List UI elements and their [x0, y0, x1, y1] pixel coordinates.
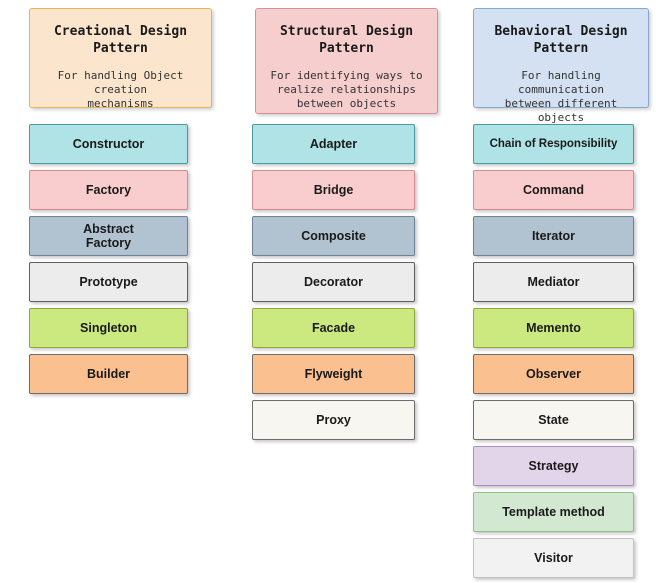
- pattern-label: Template method: [502, 505, 605, 519]
- pattern-label: Factory: [85, 183, 132, 197]
- pattern-label: Flyweight: [304, 367, 363, 381]
- pattern-label: Proxy: [316, 413, 351, 427]
- pattern-label: Facade: [311, 321, 356, 335]
- pattern-box[interactable]: Composite: [252, 216, 415, 256]
- pattern-box[interactable]: Flyweight: [252, 354, 415, 394]
- pattern-box[interactable]: Template method: [473, 492, 634, 532]
- pattern-box[interactable]: Visitor: [473, 538, 634, 578]
- pattern-label: Constructor: [72, 137, 145, 151]
- category-subtitle: For identifying ways to realize relation…: [270, 69, 423, 110]
- pattern-label: Adapter: [309, 137, 358, 151]
- pattern-box[interactable]: Prototype: [29, 262, 188, 302]
- pattern-box[interactable]: Proxy: [252, 400, 415, 440]
- pattern-label: Builder: [86, 367, 131, 381]
- design-patterns-diagram: Creational Design Pattern For handling Ob…: [0, 0, 656, 583]
- pattern-label: Memento: [526, 321, 581, 335]
- pattern-box[interactable]: Singleton: [29, 308, 188, 348]
- pattern-label: Decorator: [303, 275, 364, 289]
- category-header-behavioral[interactable]: Behavioral Design Pattern For handling co…: [473, 8, 649, 124]
- pattern-box[interactable]: Iterator: [473, 216, 634, 256]
- pattern-box[interactable]: Mediator: [473, 262, 634, 302]
- pattern-box[interactable]: Factory: [29, 170, 188, 210]
- pattern-label: Composite: [301, 229, 366, 243]
- pattern-label: Visitor: [534, 551, 573, 565]
- pattern-label: Command: [522, 183, 585, 197]
- pattern-label: Iterator: [531, 229, 576, 243]
- pattern-box[interactable]: Chain of Responsibility: [473, 124, 634, 164]
- pattern-box[interactable]: Bridge: [252, 170, 415, 210]
- pattern-box[interactable]: Constructor: [29, 124, 188, 164]
- pattern-box[interactable]: State: [473, 400, 634, 440]
- pattern-box[interactable]: Decorator: [252, 262, 415, 302]
- pattern-label: Bridge: [313, 183, 354, 197]
- pattern-label: Mediator: [527, 275, 580, 289]
- pattern-box[interactable]: Memento: [473, 308, 634, 348]
- pattern-label: Chain of Responsibility: [489, 138, 618, 150]
- pattern-box[interactable]: Abstract Factory: [29, 216, 188, 256]
- category-title: Structural Design Pattern: [279, 24, 414, 56]
- pattern-column-creational: Creational Design Pattern For handling Ob…: [22, 0, 212, 583]
- pattern-box[interactable]: Command: [473, 170, 634, 210]
- pattern-box[interactable]: Strategy: [473, 446, 634, 486]
- category-subtitle: For handling communication between diffe…: [504, 69, 618, 124]
- pattern-label: Abstract Factory: [83, 222, 134, 250]
- category-title: Creational Design Pattern: [53, 24, 188, 56]
- pattern-box[interactable]: Observer: [473, 354, 634, 394]
- pattern-label: Prototype: [79, 275, 138, 289]
- pattern-label: State: [538, 413, 569, 427]
- pattern-label: Observer: [526, 367, 581, 381]
- category-header-creational[interactable]: Creational Design Pattern For handling Ob…: [29, 8, 212, 110]
- category-subtitle: For handling Object creation mechanisms: [57, 69, 184, 110]
- pattern-box[interactable]: Adapter: [252, 124, 415, 164]
- pattern-label: Strategy: [528, 459, 579, 473]
- pattern-label: Singleton: [80, 321, 137, 335]
- pattern-column-structural: Structural Design Pattern For identifying…: [248, 0, 438, 583]
- category-header-structural[interactable]: Structural Design Pattern For identifying…: [255, 8, 438, 114]
- pattern-box[interactable]: Facade: [252, 308, 415, 348]
- pattern-box[interactable]: Builder: [29, 354, 188, 394]
- category-title: Behavioral Design Pattern: [494, 24, 628, 56]
- pattern-column-behavioral: Behavioral Design Pattern For handling co…: [466, 0, 649, 583]
